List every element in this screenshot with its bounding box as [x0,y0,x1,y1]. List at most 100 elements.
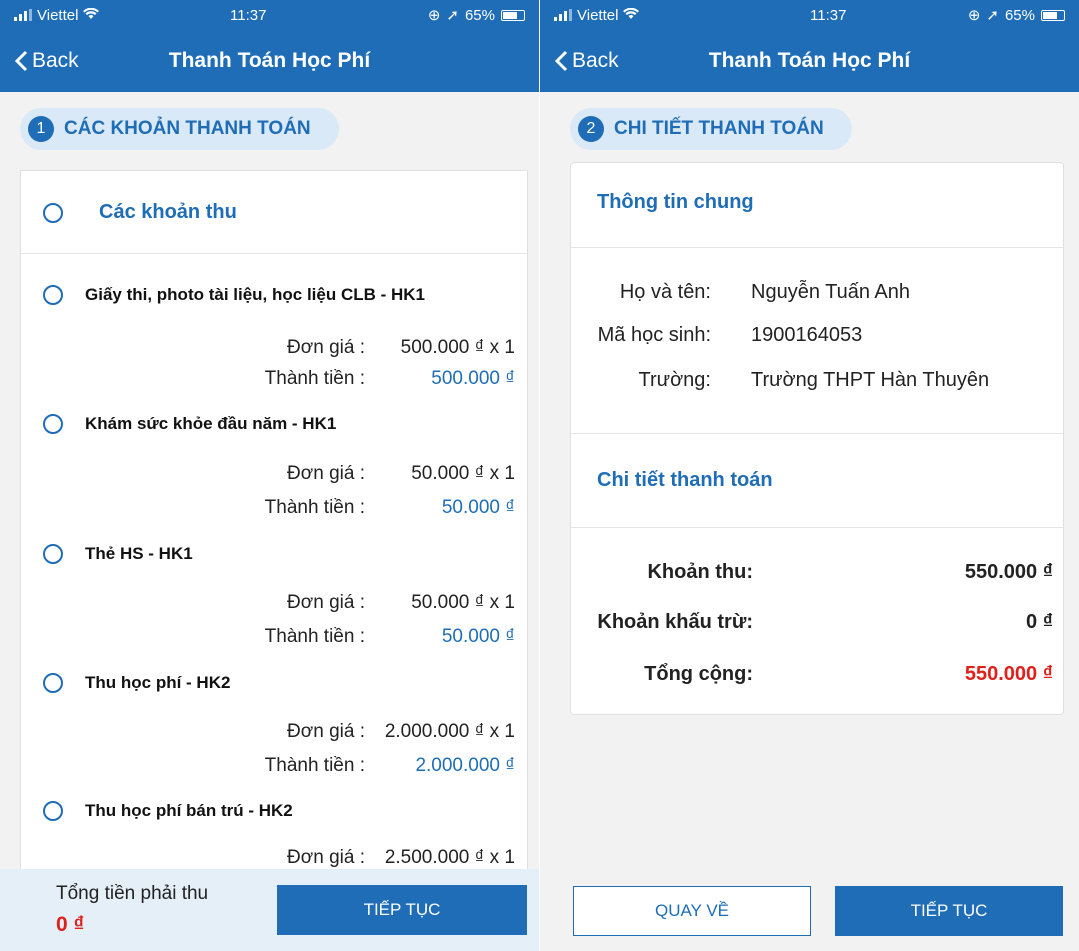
grand-total-value: 550.000 ₫ [964,663,1053,685]
student-id-value: 1900164053 [751,324,863,346]
list-item[interactable]: Thu học phí bán trú - HK2 [43,801,293,821]
item-name: Thu học phí bán trú - HK2 [85,801,293,820]
list-item[interactable]: Thu học phí - HK2 [43,673,230,693]
list-item[interactable]: Khám sức khỏe đầu năm - HK1 [43,414,336,434]
total-line: Thành tiền : 50.000 ₫ [245,626,515,648]
back-button[interactable]: Back [14,30,79,92]
continue-button[interactable]: TIẾP TỤC [277,885,527,935]
signal-icon [554,9,572,21]
battery-percent: 65% [1004,6,1035,24]
items-card: Các khoản thu Giấy thi, photo tài liệu, … [20,170,528,951]
screen-payment-items: Viettel 11:37 ⊕ ➚ 65% Back Thanh Toán Họ… [0,0,539,951]
school-value: Trường THPT Hàn Thuyên [751,369,990,391]
divider [571,247,1063,248]
item-radio[interactable] [43,544,63,564]
item-name: Thẻ HS - HK1 [85,544,193,563]
total-value: 500.000 ₫ [431,368,515,389]
total-value: 50.000 ₫ [441,626,515,647]
deduction-value: 0 ₫ [1026,611,1053,633]
details-card: Thông tin chung Họ và tên: Nguyễn Tuấn A… [570,162,1064,715]
total-label: Thành tiền : [264,626,365,647]
total-label: Thành tiền : [264,368,365,389]
unit-price-value: 2.500.000 ₫ x 1 [384,847,515,868]
back-button[interactable]: Back [554,30,619,92]
location-icon: ➚ [986,7,999,24]
select-all-row[interactable]: Các khoản thu [43,201,237,224]
unit-price-line: Đơn giá : 500.000 ₫ x 1 [245,337,515,359]
battery-icon [1041,9,1065,21]
group-label: Các khoản thu [99,201,237,223]
battery-percent: 65% [464,6,495,24]
list-item[interactable]: Giấy thi, photo tài liệu, học liệu CLB -… [43,285,425,305]
student-name-label: Họ và tên: [619,281,711,303]
location-icon: ➚ [446,7,459,24]
status-bar: Viettel 11:37 ⊕ ➚ 65% [0,0,539,30]
total-label: Thành tiền : [264,497,365,518]
battery-icon [501,9,525,21]
alarm-icon: ⊕ [427,7,441,24]
chevron-left-icon [14,50,28,72]
student-id-label: Mã học sinh: [597,324,711,346]
alarm-icon: ⊕ [967,7,981,24]
item-radio[interactable] [43,801,63,821]
continue-button[interactable]: TIẾP TỤC [835,886,1063,936]
step-number: 1 [28,116,54,142]
unit-price-line: Đơn giá : 2.500.000 ₫ x 1 [245,847,515,869]
unit-price-line: Đơn giá : 2.000.000 ₫ x 1 [245,721,515,743]
unit-price-label: Đơn giá : [287,337,365,358]
item-name: Khám sức khỏe đầu năm - HK1 [85,414,337,433]
school-row: Trường: Trường THPT Hàn Thuyên [571,369,990,392]
status-bar: Viettel 11:37 ⊕ ➚ 65% [540,0,1079,30]
page-title: Thanh Toán Học Phí [708,49,911,72]
deduction-row: Khoản khấu trừ: 0 ₫ [571,611,1065,634]
receivable-row: Khoản thu: 550.000 ₫ [571,561,1065,584]
step-title: CÁC KHOẢN THANH TOÁN [64,118,311,139]
screen-payment-details: Viettel 11:37 ⊕ ➚ 65% Back Thanh Toán Họ… [540,0,1079,951]
unit-price-label: Đơn giá : [287,721,365,742]
student-name-row: Họ và tên: Nguyễn Tuấn Anh [571,281,910,304]
item-name: Thu học phí - HK2 [85,673,231,692]
unit-price-value: 500.000 ₫ x 1 [400,337,515,358]
page-title: Thanh Toán Học Phí [168,49,371,72]
clock-time: 11:37 [230,6,267,24]
school-label: Trường: [638,369,711,391]
student-id-row: Mã học sinh: 1900164053 [571,324,863,347]
unit-price-line: Đơn giá : 50.000 ₫ x 1 [245,592,515,614]
total-line: Thành tiền : 50.000 ₫ [245,497,515,519]
payment-detail-heading: Chi tiết thanh toán [597,469,773,491]
item-radio[interactable] [43,414,63,434]
unit-price-line: Đơn giá : 50.000 ₫ x 1 [245,463,515,485]
footer-total-label: Tổng tiền phải thu [56,883,209,904]
receivable-value: 550.000 ₫ [964,561,1053,583]
deduction-label: Khoản khấu trừ: [597,611,753,633]
signal-icon [14,9,32,21]
step-header: 2 CHI TIẾT THANH TOÁN [570,108,852,150]
unit-price-label: Đơn giá : [287,463,365,484]
carrier-label: Viettel [577,6,619,24]
unit-price-value: 2.000.000 ₫ x 1 [384,721,515,742]
wifi-icon [623,7,640,24]
nav-bar: Back Thanh Toán Học Phí [540,30,1079,92]
item-radio[interactable] [43,285,63,305]
unit-price-value: 50.000 ₫ x 1 [411,592,515,613]
grand-total-label: Tổng cộng: [644,663,753,685]
receivable-label: Khoản thu: [647,561,753,583]
step-header: 1 CÁC KHOẢN THANH TOÁN [20,108,339,150]
select-all-radio[interactable] [43,202,63,223]
total-value: 50.000 ₫ [441,497,515,518]
step-title: CHI TIẾT THANH TOÁN [614,118,824,139]
chevron-left-icon [554,50,568,72]
back-label: Back [32,49,79,72]
wifi-icon [83,7,100,24]
student-name-value: Nguyễn Tuấn Anh [751,281,911,303]
total-value: 2.000.000 ₫ [415,755,515,776]
carrier-label: Viettel [37,6,79,24]
list-item[interactable]: Thẻ HS - HK1 [43,544,193,564]
back-step-button[interactable]: QUAY VỀ [573,886,811,936]
unit-price-label: Đơn giá : [287,847,365,868]
item-radio[interactable] [43,673,63,693]
total-line: Thành tiền : 500.000 ₫ [245,368,515,390]
bottom-bar: QUAY VỀ TIẾP TỤC [540,869,1079,951]
divider [571,433,1063,434]
total-label: Thành tiền : [264,755,365,776]
